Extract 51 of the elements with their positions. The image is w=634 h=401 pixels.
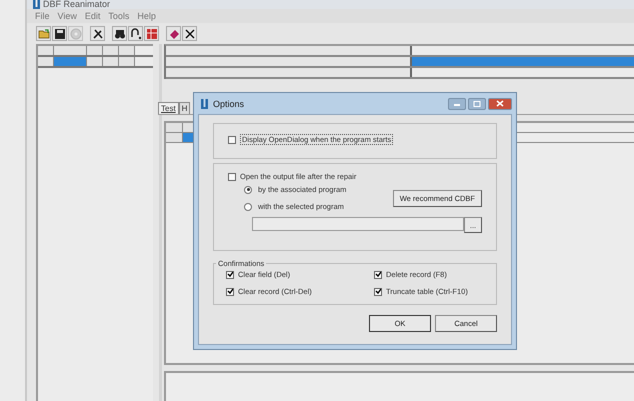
floppy-icon [54,28,66,40]
grid-cell[interactable] [54,57,87,66]
grid-cell[interactable] [38,46,54,55]
grid-cell[interactable] [412,68,634,77]
program-path-field[interactable] [252,217,464,231]
grid-cell[interactable] [412,46,634,55]
grid-cell[interactable] [119,46,135,55]
check-icon [227,271,233,278]
grid-cell[interactable] [166,133,183,142]
close-icon [184,28,196,40]
hook-icon [130,28,142,40]
close-button[interactable] [488,98,512,110]
check-icon [375,288,381,295]
disc-icon [70,28,82,40]
grid-cell[interactable] [54,46,87,55]
checkbox[interactable] [226,270,234,278]
app-icon [201,98,208,108]
grid-cell[interactable] [103,46,119,55]
binoculars-icon [114,28,126,40]
check-icon [227,288,233,295]
checkbox[interactable] [374,288,382,296]
grid-cell[interactable] [103,57,119,66]
toolbar-button[interactable] [90,26,105,41]
minimize-button[interactable] [448,98,466,110]
checkbox[interactable] [228,172,236,180]
toolbar-button[interactable] [182,26,197,41]
checkbox[interactable] [228,136,236,144]
maximize-icon [473,100,481,106]
checkbox[interactable] [226,288,234,296]
grid-cell[interactable] [38,57,54,66]
close-icon [496,100,504,107]
grid-cell[interactable] [87,57,103,66]
dialog-title: Options [213,98,244,108]
app-icon [33,0,40,9]
toolbar-button[interactable] [128,26,143,41]
radio-button[interactable] [244,202,252,210]
grid-cell[interactable] [166,123,183,132]
grid-cell[interactable] [119,57,135,66]
window-title: DBF Reanimator [43,0,110,9]
tab[interactable]: Test [158,102,179,114]
toolbar-button[interactable] [52,26,67,41]
toolbar-button[interactable] [112,26,127,41]
tab[interactable]: H [178,102,190,114]
grid-cell[interactable] [87,46,103,55]
grid-cell[interactable] [412,57,634,66]
grid-icon [146,28,158,40]
check-icon [375,271,381,278]
checkbox[interactable] [374,270,382,278]
radio-button[interactable] [244,186,252,194]
folder-icon [38,28,50,40]
maximize-button[interactable] [468,98,486,110]
